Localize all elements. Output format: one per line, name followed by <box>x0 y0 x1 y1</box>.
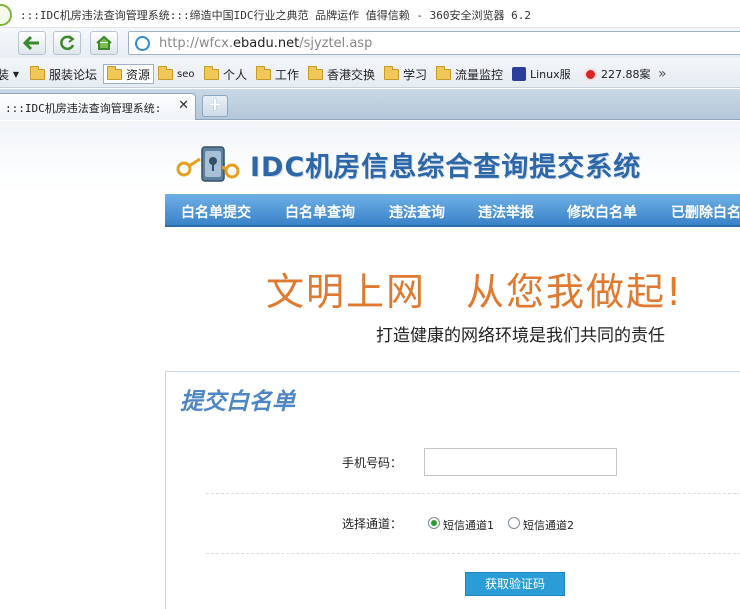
menu-violation-query[interactable]: 违法查询 <box>389 202 445 222</box>
red-ball-icon <box>584 67 597 81</box>
form-divider <box>206 553 740 554</box>
window-title: :::IDC机房违法查询管理系统:::缔造中国IDC行业之典范 品牌运作 值得信… <box>20 9 531 22</box>
refresh-icon <box>60 35 75 51</box>
bookmark-item[interactable]: 香港交换 <box>308 65 375 83</box>
paw-icon <box>512 67 526 81</box>
site-title: IDC机房信息综合查询提交系统 <box>250 152 642 183</box>
slogan: 文明上网 从您我做起! <box>266 270 684 314</box>
sub-slogan: 打造健康的网络环境是我们共同的责任 <box>376 326 665 346</box>
bookmark-item[interactable]: 资源 <box>103 64 155 84</box>
menu-whitelist-query[interactable]: 白名单查询 <box>285 202 355 222</box>
folder-icon <box>384 65 399 80</box>
bookmark-item[interactable]: 流量监控 <box>436 65 503 83</box>
bookmark-partial[interactable]: 装 ▼ <box>0 65 19 83</box>
channel-2-label[interactable]: 短信通道2 <box>523 517 574 533</box>
folder-icon <box>308 65 323 80</box>
menu-edit-whitelist[interactable]: 修改白名单 <box>567 202 637 222</box>
browser-tab[interactable]: :::IDC机房违法查询管理系统: ✕ <box>0 93 196 120</box>
bookmark-item[interactable]: 227.88案 <box>584 65 651 83</box>
menu-whitelist-submit[interactable]: 白名单提交 <box>181 202 251 222</box>
phone-label: 手机号码： <box>342 456 403 470</box>
bookmark-item[interactable]: 服装论坛 <box>30 65 97 83</box>
refresh-button[interactable] <box>53 31 81 55</box>
navigation-bar: http://wfcx.ebadu.net/sjyztel.asp <box>0 28 740 58</box>
main-menu: 白名单提交 白名单查询 违法查询 违法举报 修改白名单 已删除白名 <box>165 194 740 227</box>
browser-logo-icon <box>0 4 12 26</box>
bookmark-item[interactable]: 个人 <box>204 65 247 83</box>
back-arrow-icon <box>23 35 39 51</box>
bookmarks-bar: 装 ▼ 服装论坛 资源 seo 个人 工作 香港交换 学习 流量监控 Linux… <box>0 58 740 88</box>
bookmarks-more-button[interactable]: » <box>658 65 667 83</box>
tab-close-icon[interactable]: ✕ <box>178 98 189 113</box>
site-globe-icon <box>135 36 150 51</box>
lock-key-logo-icon <box>176 146 240 182</box>
bookmark-item[interactable]: seo <box>158 65 194 83</box>
channel-1-radio[interactable] <box>428 517 440 529</box>
menu-violation-report[interactable]: 违法举报 <box>478 202 534 222</box>
folder-icon <box>30 65 45 80</box>
bookmark-item[interactable]: Linux服 <box>512 65 571 83</box>
folder-icon <box>158 65 173 80</box>
home-button[interactable] <box>90 31 118 55</box>
tab-title: :::IDC机房违法查询管理系统: <box>5 102 162 115</box>
bookmark-item[interactable]: 工作 <box>256 65 299 83</box>
address-bar[interactable]: http://wfcx.ebadu.net/sjyztel.asp <box>128 31 740 55</box>
web-page: IDC机房信息综合查询提交系统 白名单提交 白名单查询 违法查询 违法举报 修改… <box>0 121 740 609</box>
form-divider <box>206 493 740 494</box>
tab-bar: :::IDC机房违法查询管理系统: ✕ + <box>0 89 740 120</box>
channel-1-label[interactable]: 短信通道1 <box>443 517 494 533</box>
form-title: 提交白名单 <box>180 389 295 415</box>
channel-label: 选择通道： <box>342 517 403 531</box>
new-tab-button[interactable]: + <box>202 95 228 117</box>
folder-icon <box>107 65 122 80</box>
folder-icon <box>436 65 451 80</box>
folder-icon <box>204 65 219 80</box>
back-button[interactable] <box>18 31 46 55</box>
window-titlebar: :::IDC机房违法查询管理系统:::缔造中国IDC行业之典范 品牌运作 值得信… <box>0 0 740 28</box>
get-verification-code-button[interactable]: 获取验证码 <box>465 572 565 596</box>
channel-2-radio[interactable] <box>508 517 520 529</box>
phone-input[interactable] <box>424 448 617 476</box>
url-text: http://wfcx.ebadu.net/sjyztel.asp <box>159 36 373 51</box>
whitelist-form: 提交白名单 手机号码： 选择通道： 短信通道1 短信通道2 获取验证码 <box>165 371 740 609</box>
home-icon <box>96 35 112 50</box>
menu-deleted-whitelist[interactable]: 已删除白名 <box>671 202 740 222</box>
bookmark-item[interactable]: 学习 <box>384 65 427 83</box>
folder-icon <box>256 65 271 80</box>
